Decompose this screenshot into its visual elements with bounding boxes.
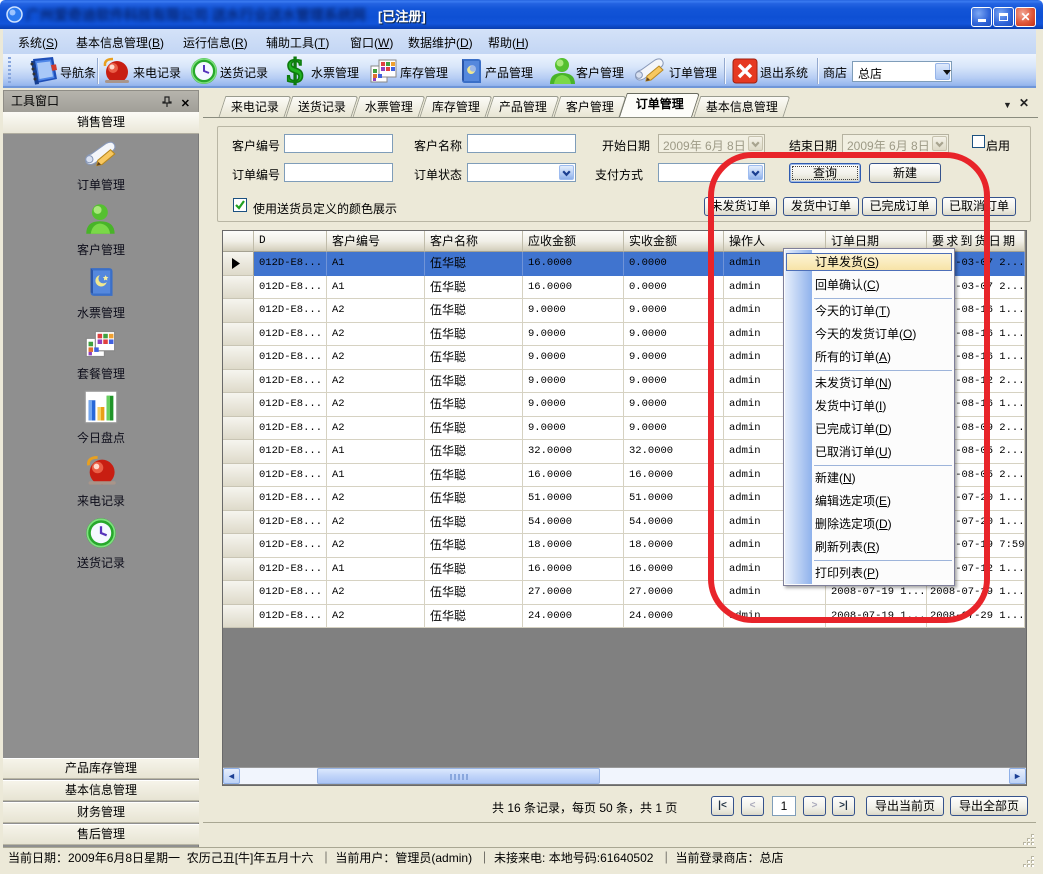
svg-text:$: $ xyxy=(287,55,304,87)
